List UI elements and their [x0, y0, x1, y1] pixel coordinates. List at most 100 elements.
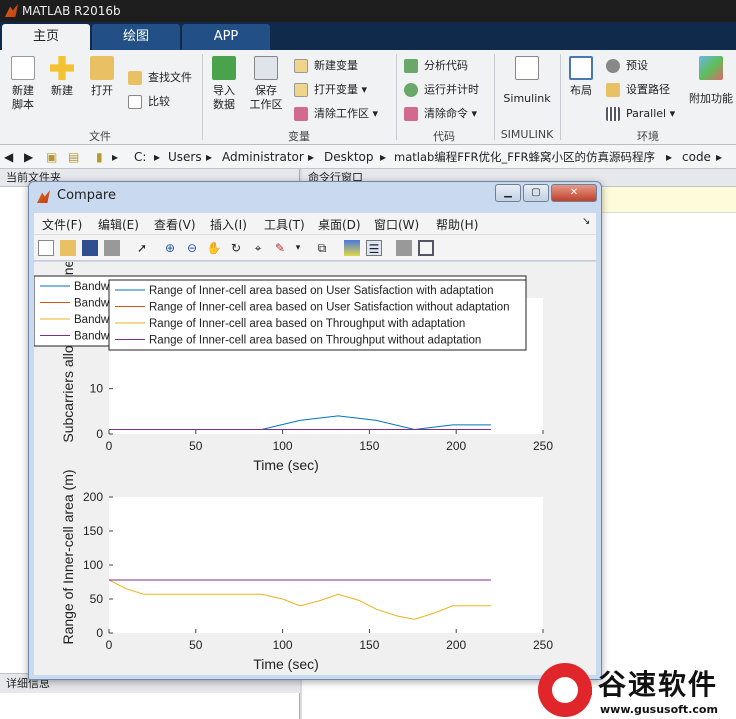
legend-entry: Range of Inner-cell area based on Throug… — [149, 318, 465, 330]
new-variable-button[interactable]: 新建变量 — [294, 56, 358, 76]
minimize-button[interactable]: ▁ — [495, 184, 521, 202]
menu-tools[interactable]: 工具(T) — [264, 216, 305, 233]
save-icon[interactable] — [82, 240, 98, 256]
gususoft-watermark: 谷速软件 www.gususoft.com — [538, 655, 736, 719]
forward-arrow-icon[interactable]: ▶ — [24, 145, 33, 169]
figure-canvas: 05010015020025001030Time (sec)Subcarrier… — [33, 229, 596, 675]
close-button[interactable]: ✕ — [551, 184, 597, 202]
open-button[interactable]: 打开 — [88, 56, 116, 98]
y-axis-label: Range of Inner-cell area (m) — [60, 469, 76, 644]
open-variable-button[interactable]: 打开变量 ▾ — [294, 80, 367, 100]
save-workspace-button[interactable]: 保存 工作区 — [248, 56, 284, 112]
group-environment-label: 环境 — [637, 130, 659, 143]
menu-desktop[interactable]: 桌面(D) — [318, 216, 361, 233]
eraser-icon — [404, 107, 418, 121]
pointer-icon[interactable]: ➚ — [134, 240, 150, 256]
dock-arrow-icon[interactable]: ↘ — [582, 216, 590, 227]
x-tick-label: 50 — [189, 638, 203, 652]
breadcrumb-item[interactable]: Desktop — [324, 145, 374, 169]
legend-icon[interactable]: ☰ — [366, 240, 382, 256]
group-file-label: 文件 — [89, 130, 111, 143]
brush-dropdown-icon[interactable]: ▾ — [290, 240, 306, 256]
new-button[interactable]: 新建 — [48, 56, 76, 98]
menu-file[interactable]: 文件(F) — [42, 216, 82, 233]
breadcrumb-item[interactable]: C: — [134, 145, 146, 169]
open-variable-icon — [294, 83, 308, 97]
figure-svg: 05010015020025001030Time (sec)Subcarrier… — [33, 229, 553, 672]
show-plot-tools-icon[interactable] — [418, 240, 434, 256]
menu-edit[interactable]: 编辑(E) — [98, 216, 139, 233]
folder-icon: ▮ — [96, 150, 103, 164]
folder-icon — [90, 56, 114, 80]
print-icon[interactable] — [104, 240, 120, 256]
link-plot-icon[interactable]: ⧉ — [314, 240, 330, 256]
find-files-icon — [128, 71, 142, 85]
simulink-button[interactable]: Simulink — [502, 56, 552, 106]
new-script-button[interactable]: 新建 脚本 — [6, 56, 40, 112]
figure-title: Compare — [57, 188, 116, 203]
group-variable-label: 变量 — [288, 130, 310, 143]
gear-icon — [606, 59, 620, 73]
compare-button[interactable]: 比较 — [128, 92, 170, 112]
x-tick-label: 150 — [359, 638, 379, 652]
open-file-icon[interactable] — [60, 240, 76, 256]
figure-toolbar: ➚ ⊕ ⊖ ✋ ↻ ⌖ ✎ ▾ ⧉ ☰ — [34, 235, 596, 261]
clear-workspace-button[interactable]: 清除工作区 ▾ — [294, 104, 378, 124]
analyze-code-button[interactable]: 分析代码 — [404, 56, 468, 76]
menu-insert[interactable]: 插入(I) — [210, 216, 247, 233]
parallel-button[interactable]: Parallel ▾ — [606, 104, 675, 124]
brush-icon[interactable]: ✎ — [272, 240, 288, 256]
breadcrumb-item[interactable]: Administrator — [222, 145, 304, 169]
up-folder-icon[interactable]: ▣ — [46, 145, 57, 169]
breadcrumb-separator: ▸ — [716, 150, 723, 164]
layout-button[interactable]: 布局 — [566, 56, 596, 98]
addons-cubes-icon — [699, 56, 723, 80]
colorbar-icon[interactable] — [344, 240, 360, 256]
set-path-button[interactable]: 设置路径 — [606, 80, 670, 100]
app-title-bar: MATLAB R2016b — [0, 0, 736, 22]
menu-view[interactable]: 查看(V) — [154, 216, 196, 233]
x-tick-label: 200 — [446, 638, 466, 652]
zoom-out-icon[interactable]: ⊖ — [184, 240, 200, 256]
browse-folder-icon[interactable]: ▤ — [68, 145, 79, 169]
tab-apps[interactable]: APP — [182, 24, 270, 50]
import-data-button[interactable]: 导入 数据 — [208, 56, 240, 112]
y-tick-label: 0 — [96, 427, 103, 441]
maximize-button[interactable]: ▢ — [523, 184, 549, 202]
menu-window[interactable]: 窗口(W) — [374, 216, 419, 233]
data-cursor-icon[interactable]: ⌖ — [250, 240, 266, 256]
legend-entry: Range of Inner-cell area based on User S… — [149, 285, 494, 297]
new-script-icon — [11, 56, 35, 80]
back-arrow-icon[interactable]: ◀ — [4, 145, 13, 169]
preferences-button[interactable]: 预设 — [606, 56, 648, 76]
breadcrumb-separator: ▸ — [380, 150, 387, 164]
x-axis-label: Time (sec) — [253, 457, 319, 473]
zoom-in-icon[interactable]: ⊕ — [162, 240, 178, 256]
x-tick-label: 100 — [273, 439, 293, 453]
find-files-button[interactable]: 查找文件 — [128, 68, 192, 88]
legend-entry: Range of Inner-cell area based on User S… — [149, 302, 510, 314]
figure-window: Compare ▁ ▢ ✕ 文件(F) 编辑(E) 查看(V) 插入(I) 工具… — [28, 181, 602, 680]
y-tick-label: 0 — [96, 626, 103, 640]
plus-icon — [50, 56, 74, 80]
breadcrumb-separator: ▸ — [666, 150, 673, 164]
pan-hand-icon[interactable]: ✋ — [206, 240, 222, 256]
breadcrumb-item[interactable]: Users — [168, 145, 202, 169]
new-figure-icon[interactable] — [38, 240, 54, 256]
run-timing-button[interactable]: 运行并计时 — [404, 80, 479, 100]
y-tick-label: 100 — [83, 558, 103, 572]
rotate-3d-icon[interactable]: ↻ — [228, 240, 244, 256]
menu-help[interactable]: 帮助(H) — [436, 216, 478, 233]
import-arrow-icon — [212, 56, 236, 80]
simulink-icon — [515, 56, 539, 80]
tab-home[interactable]: 主页 — [2, 24, 90, 50]
clear-commands-button[interactable]: 清除命令 ▾ — [404, 104, 477, 124]
y-tick-label: 200 — [83, 490, 103, 504]
x-axis-label: Time (sec) — [253, 656, 319, 672]
tab-plots[interactable]: 绘图 — [92, 24, 180, 50]
addons-button[interactable]: 附加功能 — [688, 56, 734, 106]
hide-plot-tools-icon[interactable] — [396, 240, 412, 256]
y-tick-label: 10 — [90, 382, 104, 396]
breadcrumb-item[interactable]: code — [682, 145, 711, 169]
breadcrumb-item[interactable]: matlab编程FFR优化_FFR蜂窝小区的仿真源码程序 — [394, 145, 655, 169]
